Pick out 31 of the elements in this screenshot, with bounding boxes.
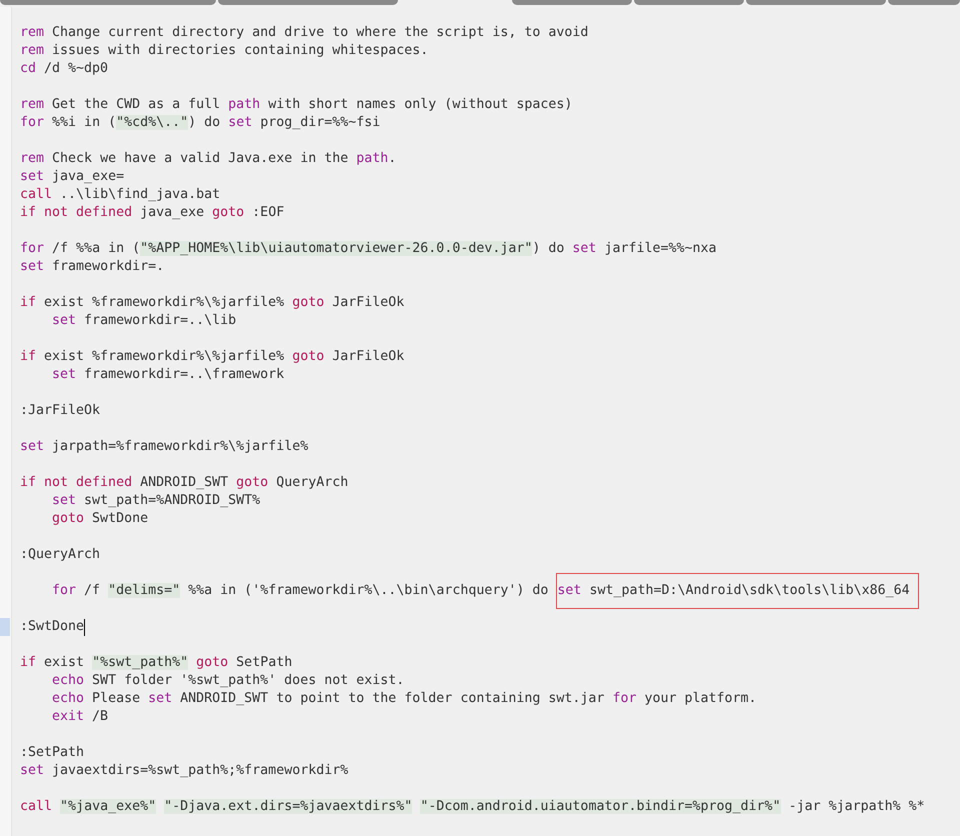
code-line: for /f "delims=" %%a in ('%frameworkdir%\..\bin\archquery') do xyxy=(52,582,550,600)
code-line: set frameworkdir=. xyxy=(20,258,164,276)
code-line: rem Get the CWD as a full path with short names only (without spaces) xyxy=(20,96,572,114)
code-line: :JarFileOk xyxy=(20,402,100,420)
code-line: if exist %frameworkdir%\%jarfile% goto JarFileOk xyxy=(20,348,404,366)
code-line: goto SwtDone xyxy=(52,510,148,528)
code-line: set frameworkdir=..\framework xyxy=(52,366,284,384)
code-line: set frameworkdir=..\lib xyxy=(52,312,236,330)
code-line: call "%java_exe%" "-Djava.ext.dirs=%javaextdirs%" "-Dcom.android.uiautomator.bindir=%prog_dir%" -jar %jarpath% %* xyxy=(20,798,925,816)
code-line: for /f %%a in ("%APP_HOME%\lib\uiautomatorviewer-26.0.0-dev.jar") do set jarfile=%%~nxa xyxy=(20,240,717,258)
code-line: echo Please set ANDROID_SWT to point to the folder containing swt.jar for your platform. xyxy=(52,690,757,708)
code-line: rem issues with directories containing whitespaces. xyxy=(20,42,428,60)
code-line: :QueryArch xyxy=(20,546,100,564)
code-line: :SwtDone xyxy=(20,618,84,636)
code-line: if exist "%swt_path%" goto SetPath xyxy=(20,654,292,672)
code-line: set java_exe= xyxy=(20,168,124,186)
code-line: cd /d %~dp0 xyxy=(20,60,108,78)
code-line: set javaextdirs=%swt_path%;%frameworkdir% xyxy=(20,762,348,780)
code-line: rem Change current directory and drive to where the script is, to avoid xyxy=(20,24,588,42)
code-line: for %%i in ("%cd%\..") do set prog_dir=%%~fsi xyxy=(20,114,380,132)
code-line: exit /B xyxy=(52,708,108,726)
highlighted-code: set swt_path=D:\Android\sdk\tools\lib\x86_64 xyxy=(556,573,919,609)
code-line: set jarpath=%frameworkdir%\%jarfile% xyxy=(20,438,308,456)
code-line: if exist %frameworkdir%\%jarfile% goto JarFileOk xyxy=(20,294,404,312)
code-line: call ..\lib\find_java.bat xyxy=(20,186,220,204)
code-line: set swt_path=%ANDROID_SWT% xyxy=(52,492,260,510)
code-line: :SetPath xyxy=(20,744,84,762)
code-line: echo SWT folder '%swt_path%' does not exist. xyxy=(52,672,404,690)
code-line: if not defined ANDROID_SWT goto QueryArch xyxy=(20,474,348,492)
code-line: if not defined java_exe goto :EOF xyxy=(20,204,284,222)
code-line: rem Check we have a valid Java.exe in the path. xyxy=(20,150,396,168)
